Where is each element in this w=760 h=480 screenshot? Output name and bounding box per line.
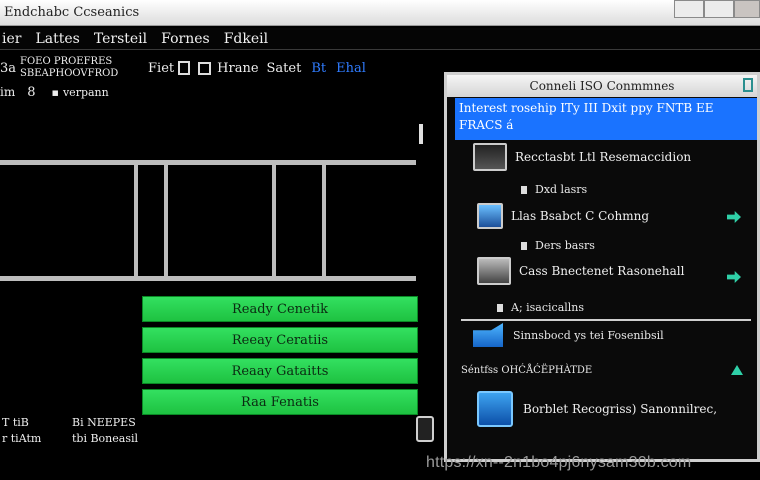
pin-icon: ▪ xyxy=(51,85,59,99)
status-row[interactable]: Reeay Ceratiis xyxy=(142,327,418,353)
list-subitem[interactable]: A; isacicallns xyxy=(497,301,584,314)
arrow-right-icon[interactable] xyxy=(727,271,741,283)
bt-button[interactable]: Bt xyxy=(311,61,326,76)
monitor-icon xyxy=(477,257,511,285)
section-subitem: Séntfss OHĆÅĆËPHÀTDE xyxy=(461,365,592,376)
toolbar-code: 3a xyxy=(0,60,17,76)
app-icon xyxy=(477,391,513,427)
toolbar-description: FOEO PROEFRES SBEAPHOOVFROD xyxy=(20,56,119,79)
monitor-icon xyxy=(473,143,507,171)
arrow-right-icon[interactable] xyxy=(727,211,741,223)
bullet-icon xyxy=(521,241,527,250)
shield-icon[interactable] xyxy=(178,61,191,75)
list-subitem-label: Dxd lasrs xyxy=(535,183,588,196)
toolbar-row-1: 3a FOEO PROEFRES SBEAPHOOVFROD Fiet Hran… xyxy=(0,56,366,79)
list-item[interactable]: Llas Bsabct C Cohmng xyxy=(477,203,649,229)
list-subitem-label: Ders basrs xyxy=(535,239,595,252)
selected-item-line-2: FRACS á xyxy=(459,118,514,132)
expand-up-icon[interactable] xyxy=(731,365,743,375)
table-column-divider xyxy=(322,165,326,276)
list-item[interactable]: Borblet Recogriss) Sanonnilrec, xyxy=(477,391,717,427)
panel-title-bar: Conneli ISO Conmmnes xyxy=(447,75,757,97)
status-row[interactable]: Raa Fenatis xyxy=(142,389,418,415)
minimize-button[interactable] xyxy=(674,0,704,18)
status-row[interactable]: Reaay Gataitts xyxy=(142,358,418,384)
toolbar-row2-b: 8 xyxy=(27,84,36,100)
pin-icon[interactable] xyxy=(743,78,753,92)
list-item-label: Cass Bnectenet Rasonehall xyxy=(519,264,685,278)
satet-button[interactable]: Satet xyxy=(267,61,302,76)
menu-item-3[interactable]: Tersteil xyxy=(94,31,147,47)
close-button[interactable] xyxy=(734,0,760,18)
bottom-label-2b: tbi Boneasil xyxy=(72,432,139,445)
maximize-button[interactable] xyxy=(704,0,734,18)
list-subitem[interactable]: Ders basrs xyxy=(521,239,595,252)
list-item[interactable]: Cass Bnectenet Rasonehall xyxy=(477,257,684,285)
menu-item-2[interactable]: Lattes xyxy=(35,31,79,47)
list-item-label: Borblet Recogriss) Sanonnilrec, xyxy=(523,402,718,416)
hrane-button[interactable]: Hrane xyxy=(217,61,258,76)
menu-bar: ier Lattes Tersteil Fornes Fdkeil xyxy=(0,28,760,50)
window-title: Endchabc Ccseanics xyxy=(4,5,140,20)
selected-item[interactable]: Interest rosehip ITy III Dxit ppy FNTB E… xyxy=(455,98,757,140)
title-bar: Endchabc Ccseanics xyxy=(0,0,760,26)
toolbar-row2-c: verpann xyxy=(62,85,109,99)
menu-item-5[interactable]: Fdkeil xyxy=(224,31,268,47)
status-row[interactable]: Ready Cenetik xyxy=(142,296,418,322)
watermark-url: https://xn--2n1bo4pj6nysam30b.com xyxy=(426,454,692,471)
list-item[interactable]: Recctasbt Ltl Resemaccidion xyxy=(473,143,691,171)
menu-item-4[interactable]: Fornes xyxy=(161,31,210,47)
section-sub-label: Séntfss OHĆÅĆËPHÀTDE xyxy=(461,365,593,376)
table-column-divider xyxy=(272,165,276,276)
panel-divider xyxy=(461,319,751,321)
bottom-label-2a: r tiAtm xyxy=(2,432,42,445)
panel-title: Conneli ISO Conmmnes xyxy=(529,79,675,93)
scrollbar-tick[interactable] xyxy=(419,124,423,144)
connections-panel: Conneli ISO Conmmnes Interest rosehip IT… xyxy=(444,72,760,462)
ehal-button[interactable]: Ehal xyxy=(336,61,366,76)
list-item-label: Recctasbt Ltl Resemaccidion xyxy=(515,150,692,164)
selected-item-line-1: Interest rosehip ITy III Dxit ppy FNTB E… xyxy=(459,101,714,115)
section-item[interactable]: Sinnsbocd ys tei Fosenibsil xyxy=(473,323,664,347)
menu-item-1[interactable]: ier xyxy=(2,31,21,47)
table-top-rule xyxy=(0,160,416,165)
table-column-divider xyxy=(164,165,168,276)
window-controls xyxy=(674,0,760,18)
scrollbar-handle[interactable] xyxy=(416,416,434,442)
list-subitem[interactable]: Dxd lasrs xyxy=(521,183,587,196)
window-icon[interactable] xyxy=(198,61,212,75)
bullet-icon xyxy=(497,303,503,312)
table-bottom-rule xyxy=(0,276,416,281)
folder-icon xyxy=(473,323,503,347)
toolbar-row-2: im 8 ▪ verpann xyxy=(0,84,109,100)
monitor-icon xyxy=(477,203,503,229)
table-column-divider xyxy=(134,165,138,276)
toolbar-row2-a: im xyxy=(0,85,16,99)
fiet-button[interactable]: Fiet xyxy=(148,61,174,76)
bullet-icon xyxy=(521,185,527,194)
bottom-label-1b: Bi NEEPES xyxy=(72,416,136,429)
list-subitem-label: A; isacicallns xyxy=(511,301,585,314)
bottom-label-1a: T tiB xyxy=(2,416,29,429)
section-label: Sinnsbocd ys tei Fosenibsil xyxy=(513,328,664,342)
list-item-label: Llas Bsabct C Cohmng xyxy=(511,209,650,223)
